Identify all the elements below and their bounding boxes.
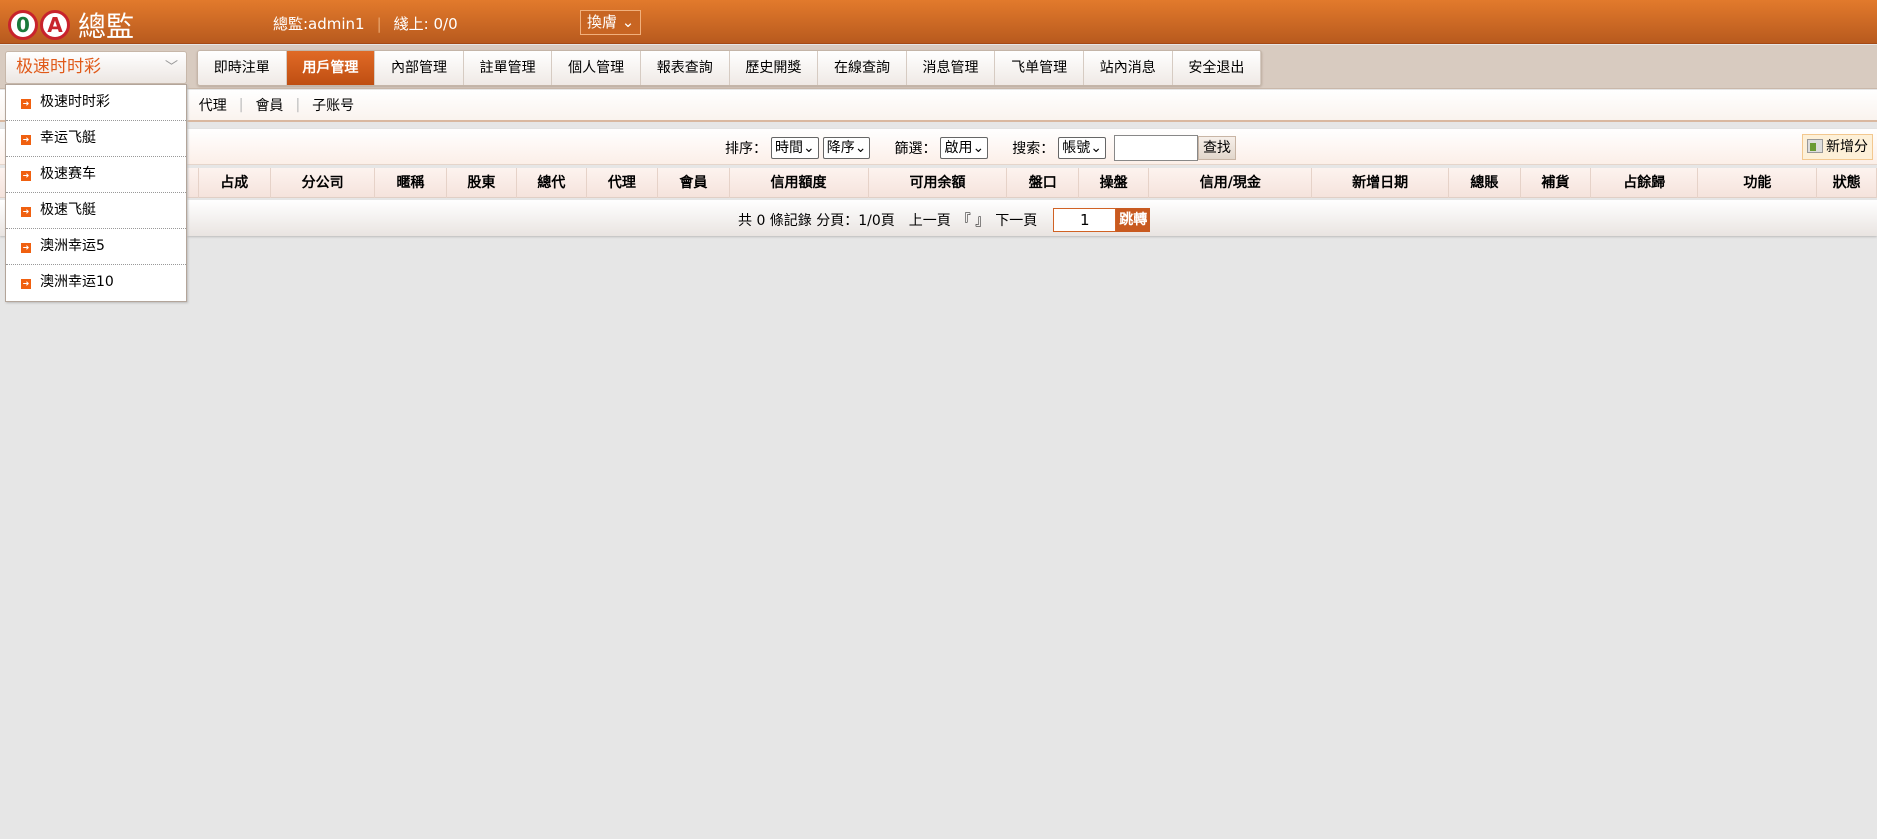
search-button[interactable]: 查找: [1197, 136, 1236, 160]
user-info: 總監:admin1 | 綫上: 0/0: [273, 15, 458, 33]
sort-order-select[interactable]: 降序⌄: [822, 137, 871, 159]
separator: |: [295, 97, 301, 113]
game-option[interactable]: ➜ 幸运飞艇: [6, 121, 186, 157]
table-header: 占成 分公司 暱稱 股東 總代 代理 會員 信用額度 可用余額 盤口 操盤 信用/現金 新增日期 總賬 補貨…: [0, 168, 1877, 198]
filter-select[interactable]: 啟用⌄: [940, 137, 989, 159]
toolbar: 排序： 時間⌄ 降序⌄ 篩選： 啟用⌄ 搜索： 帳號⌄ 查找 新增分: [0, 129, 1877, 165]
game-option[interactable]: ➜ 极速飞艇: [6, 193, 186, 229]
game-option[interactable]: ➜ 澳洲幸运10: [6, 265, 186, 301]
tab-5[interactable]: 報表查詢: [640, 51, 730, 85]
column-header: 會員: [658, 168, 730, 198]
column-header: 信用/現金: [1149, 168, 1313, 198]
column-header: 暱稱: [375, 168, 447, 198]
column-header: 分公司: [271, 168, 376, 198]
user-card-icon: [1807, 139, 1823, 153]
column-header: 代理: [587, 168, 659, 198]
game-select[interactable]: 极速时时彩 ﹀: [5, 51, 187, 84]
game-option[interactable]: ➜ 极速时时彩: [6, 85, 186, 121]
logo: 0A 總監: [8, 5, 134, 45]
tab-4[interactable]: 個人管理: [552, 51, 641, 85]
user-panel: 排序： 時間⌄ 降序⌄ 篩選： 啟用⌄ 搜索： 帳號⌄ 查找 新增分 占成 分公司…: [0, 129, 1877, 236]
column-header: 可用余額: [869, 168, 1008, 198]
subnav-item[interactable]: 子账号: [312, 95, 354, 115]
arrow-right-icon: ➜: [21, 135, 31, 145]
prev-page-link[interactable]: 上一頁: [909, 210, 951, 230]
game-option[interactable]: ➜ 澳洲幸运5: [6, 229, 186, 265]
separator: |: [238, 97, 244, 113]
chevron-down-icon: ﹀: [164, 60, 178, 75]
tab-11[interactable]: 安全退出: [1172, 51, 1262, 85]
skin-select[interactable]: 換膚 ⌄: [580, 10, 642, 35]
main-nav: 极速时时彩 ﹀ 即時注單 用戶管理 內部管理 註單管理 個人管理 報表查詢 歷史開獎 在線查詢消…: [0, 45, 1877, 89]
tab-7[interactable]: 在線查詢: [818, 51, 907, 85]
column-header: 占成: [199, 168, 271, 198]
table-footer: 共 0 條記錄 分頁：1/0頁 上一頁 『 』 下一頁 1 跳轉: [0, 200, 1877, 236]
arrow-right-icon: ➜: [21, 279, 31, 289]
search-input[interactable]: [1113, 135, 1198, 161]
column-header: 總賬: [1449, 168, 1521, 198]
tab-2[interactable]: 內部管理: [375, 51, 464, 85]
top-header: 0A 總監 總監:admin1 | 綫上: 0/0 換膚 ⌄: [0, 0, 1877, 44]
game-option[interactable]: ➜ 极速赛车: [6, 157, 186, 193]
sort-field-select[interactable]: 時間⌄: [771, 137, 819, 159]
tab-6[interactable]: 歷史開獎: [729, 51, 819, 85]
column-header: 占餘歸: [1591, 168, 1699, 198]
column-header: 股東: [447, 168, 518, 198]
arrow-right-icon: ➜: [21, 243, 31, 253]
column-header: 盤口: [1007, 168, 1079, 198]
add-button[interactable]: 新增分: [1802, 134, 1873, 160]
arrow-right-icon: ➜: [21, 207, 31, 217]
online-count: 綫上: 0/0: [393, 15, 458, 33]
column-header: 功能: [1698, 168, 1818, 198]
column-header: 狀態: [1817, 168, 1877, 198]
pager: 共 0 條記錄 分頁：1/0頁 上一頁 『 』 下一頁 1 跳轉: [738, 208, 1151, 232]
column-header: 信用額度: [730, 168, 869, 198]
column-header: 操盤: [1079, 168, 1150, 198]
subnav-item[interactable]: 會員: [255, 95, 283, 115]
subnav-item[interactable]: 代理: [199, 95, 227, 115]
column-header: 新增日期: [1312, 168, 1450, 198]
column-header: 總代: [517, 168, 587, 198]
tab-3[interactable]: 註單管理: [463, 51, 553, 85]
tab-10[interactable]: 站內消息: [1083, 51, 1173, 85]
role-title: 總監: [78, 10, 135, 43]
column-header: 補貨: [1521, 168, 1592, 198]
tab-9[interactable]: 飞单管理: [995, 51, 1084, 85]
next-page-link[interactable]: 下一頁: [995, 210, 1037, 230]
sub-nav: |代理|會員|子账号: [0, 90, 1877, 122]
search-field-select[interactable]: 帳號⌄: [1058, 137, 1106, 159]
tab-0[interactable]: 即時注單: [198, 51, 287, 85]
go-button[interactable]: 跳轉: [1116, 208, 1151, 232]
tab-8[interactable]: 消息管理: [906, 51, 996, 85]
game-dropdown: ➜ 极速时时彩 ➜ 幸运飞艇 ➜ 极速赛车 ➜ 极速飞艇 ➜ 澳洲幸运5 ➜ 澳洲幸运10: [5, 84, 187, 302]
page-input[interactable]: 1: [1053, 208, 1117, 232]
arrow-right-icon: ➜: [21, 99, 31, 109]
tab-1[interactable]: 用戶管理: [286, 51, 376, 85]
arrow-right-icon: ➜: [21, 171, 31, 181]
